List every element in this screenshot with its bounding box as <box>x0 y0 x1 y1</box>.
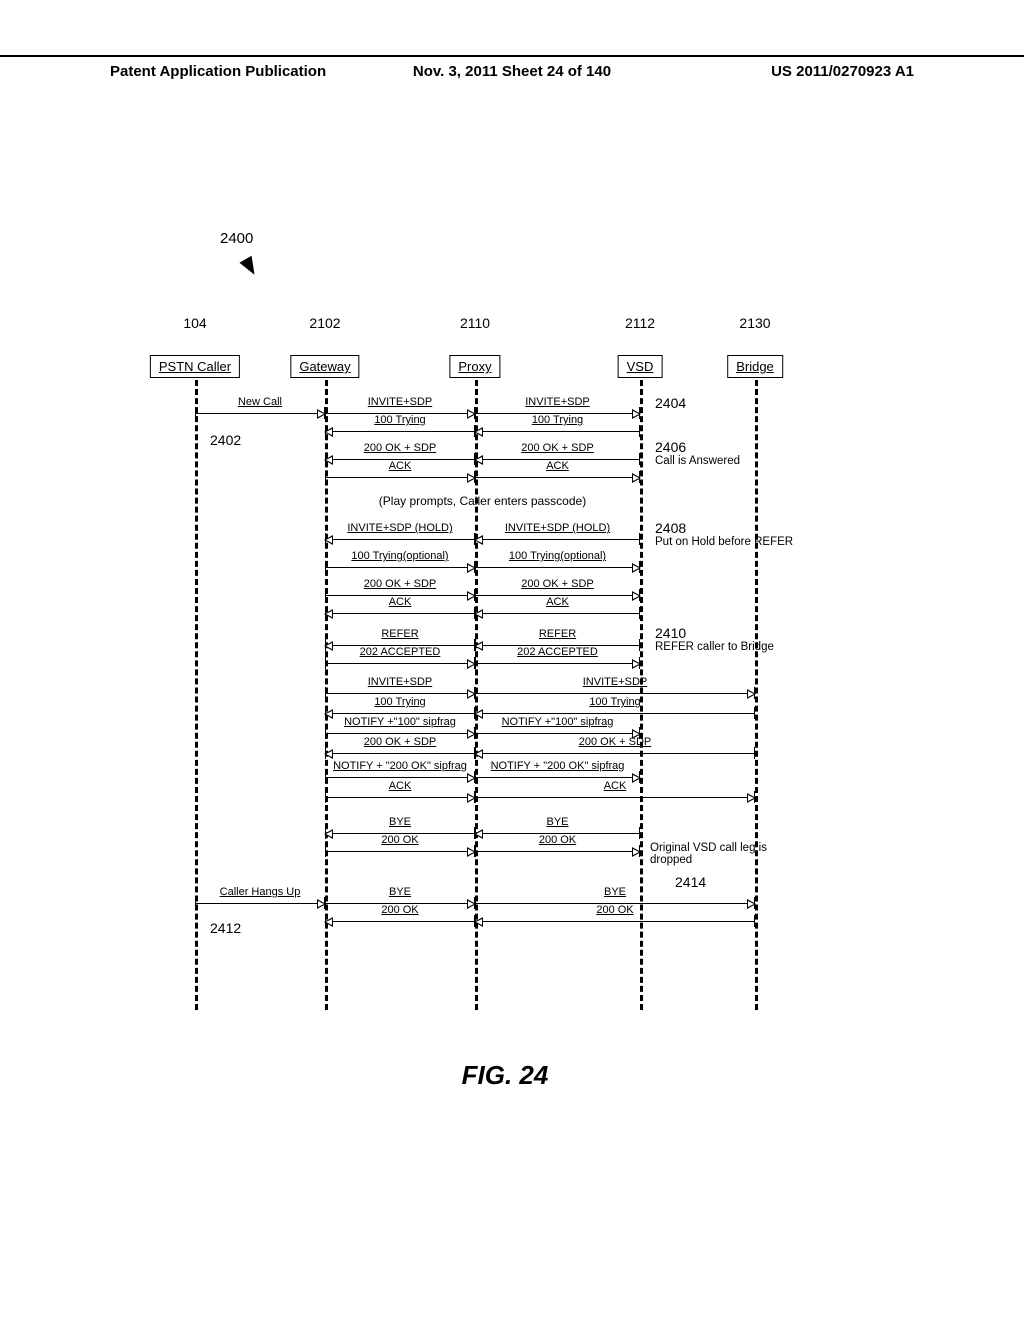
message: 200 OK <box>475 848 640 866</box>
message-label: NOTIFY +"100" sipfrag <box>475 716 640 728</box>
message-label: BYE <box>475 886 755 898</box>
arrow-left-icon <box>474 535 483 545</box>
message-label: BYE <box>325 816 475 828</box>
arrow-right-icon <box>632 563 641 573</box>
lane-number: 104 <box>183 315 206 331</box>
message-label: INVITE+SDP <box>475 396 640 408</box>
reference-number: 2406 <box>655 439 686 455</box>
arrow-left-icon <box>474 749 483 759</box>
message-label: ACK <box>325 596 475 608</box>
reference-number: 2412 <box>210 920 241 936</box>
reference-number: 2402 <box>210 432 241 448</box>
message-label: NOTIFY +"100" sipfrag <box>325 716 475 728</box>
message-label: 200 OK + SDP <box>325 442 475 454</box>
message-label: 200 OK + SDP <box>325 736 475 748</box>
message: ACK <box>325 610 475 628</box>
message: New Call <box>195 410 325 428</box>
message-label: ACK <box>325 780 475 792</box>
message-label: REFER <box>475 628 640 640</box>
sequence-diagram: 2400 FIG. 24 104PSTN Caller2102Gateway21… <box>155 180 855 1030</box>
message-label: ACK <box>325 460 475 472</box>
page-header: Patent Application Publication Nov. 3, 2… <box>0 55 1024 80</box>
message: 200 OK <box>325 918 475 936</box>
message-label: REFER <box>325 628 475 640</box>
message-label: ACK <box>475 780 755 792</box>
message-label: 202 ACCEPTED <box>475 646 640 658</box>
message-label: 200 OK + SDP <box>475 578 640 590</box>
message-label: 200 OK <box>475 834 640 846</box>
message-label: NOTIFY + "200 OK" sipfrag <box>325 760 475 772</box>
figure-caption: FIG. 24 <box>155 1060 855 1091</box>
lifeline-head: Bridge <box>727 355 783 378</box>
arrow-left-icon <box>474 609 483 619</box>
arrow-left-icon <box>324 535 333 545</box>
message-label: NOTIFY + "200 OK" sipfrag <box>475 760 640 772</box>
message-label: INVITE+SDP (HOLD) <box>475 522 640 534</box>
message: ACK <box>475 474 640 492</box>
message: ACK <box>475 794 755 812</box>
message-label: INVITE+SDP <box>325 396 475 408</box>
reference-note: Put on Hold before REFER <box>655 536 793 548</box>
arrow-right-icon <box>632 847 641 857</box>
message-label: 200 OK + SDP <box>475 442 640 454</box>
arrow-left-icon <box>474 427 483 437</box>
message-label: 100 Trying <box>325 414 475 426</box>
lane-number: 2130 <box>739 315 770 331</box>
arrow-right-icon <box>632 473 641 483</box>
message: 200 OK <box>325 848 475 866</box>
reference-number: 2404 <box>655 395 686 411</box>
reference-note: Call is Answered <box>655 455 740 467</box>
message: ACK <box>325 474 475 492</box>
message-label: 100 Trying <box>475 696 755 708</box>
message-label: 200 OK <box>325 904 475 916</box>
message-label: 200 OK <box>475 904 755 916</box>
reference-number: 2414 <box>675 874 706 890</box>
arrow-left-icon <box>324 427 333 437</box>
message-label: 200 OK <box>325 834 475 846</box>
arrow-right-icon <box>632 659 641 669</box>
message-label: Caller Hangs Up <box>195 886 325 898</box>
arrow-left-icon <box>324 749 333 759</box>
message-label: New Call <box>195 396 325 408</box>
header-mid: Nov. 3, 2011 Sheet 24 of 140 <box>378 63 646 80</box>
arrow-left-icon <box>324 917 333 927</box>
header-left: Patent Application Publication <box>0 63 378 80</box>
reference-note: REFER caller to Bridge <box>655 641 774 653</box>
message-label: 202 ACCEPTED <box>325 646 475 658</box>
diagram-ref: 2400 <box>220 230 253 247</box>
message: Caller Hangs Up <box>195 900 325 918</box>
message-label: 100 Trying <box>475 414 640 426</box>
message-label: ACK <box>475 596 640 608</box>
lane-number: 2102 <box>309 315 340 331</box>
inline-note: (Play prompts, Caller enters passcode) <box>325 494 640 508</box>
arrow-left-icon <box>474 917 483 927</box>
lane-number: 2112 <box>625 315 655 331</box>
message-label: ACK <box>475 460 640 472</box>
message-label: 100 Trying(optional) <box>325 550 475 562</box>
message-label: INVITE+SDP (HOLD) <box>325 522 475 534</box>
reference-note: Original VSD call leg is dropped <box>650 842 790 866</box>
message-label: INVITE+SDP <box>325 676 475 688</box>
message-label: INVITE+SDP <box>475 676 755 688</box>
arrow-left-icon <box>324 609 333 619</box>
diagram-ref-arrow <box>239 256 260 279</box>
reference-number: 2410 <box>655 625 686 641</box>
header-right: US 2011/0270923 A1 <box>646 63 1024 80</box>
message-label: BYE <box>325 886 475 898</box>
lifeline-head: Proxy <box>449 355 500 378</box>
message: ACK <box>325 794 475 812</box>
message: 200 OK <box>475 918 755 936</box>
message-label: 100 Trying <box>325 696 475 708</box>
reference-number: 2408 <box>655 520 686 536</box>
lane-number: 2110 <box>460 315 490 331</box>
lifeline-head: PSTN Caller <box>150 355 240 378</box>
lifeline-head: VSD <box>618 355 663 378</box>
message-label: 200 OK + SDP <box>325 578 475 590</box>
message-label: 100 Trying(optional) <box>475 550 640 562</box>
message-label: 200 OK + SDP <box>475 736 755 748</box>
arrow-right-icon <box>747 793 756 803</box>
lifeline-head: Gateway <box>290 355 359 378</box>
message: ACK <box>475 610 640 628</box>
message-label: BYE <box>475 816 640 828</box>
